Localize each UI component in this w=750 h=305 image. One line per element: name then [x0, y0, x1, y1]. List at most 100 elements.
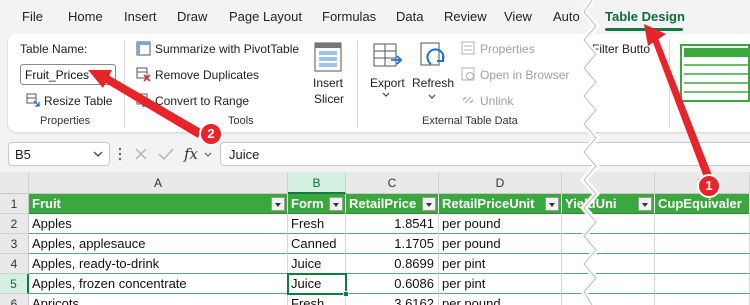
- insert-slicer-label-2[interactable]: Slicer: [314, 92, 344, 106]
- refresh-icon: [420, 42, 445, 66]
- fill-handle[interactable]: [343, 291, 349, 297]
- spreadsheet-grid: A B C D H 1 2 3 4 5 6 Fruit Form RetailP…: [0, 172, 750, 305]
- column-header-b[interactable]: B: [288, 172, 346, 194]
- table-cell[interactable]: per pint: [439, 274, 562, 294]
- ribbon-separator: [669, 40, 670, 128]
- convert-to-range-button[interactable]: Convert to Range: [155, 94, 249, 108]
- column-header-c[interactable]: C: [346, 172, 439, 194]
- row-header-1[interactable]: 1: [0, 194, 29, 214]
- summarize-pivot-button[interactable]: Summarize with PivotTable: [155, 42, 299, 56]
- table-cell[interactable]: [655, 254, 750, 274]
- table-cell[interactable]: per pound: [439, 294, 562, 305]
- filter-dropdown-icon[interactable]: [422, 197, 436, 211]
- table-cell[interactable]: [562, 214, 655, 234]
- table-cell[interactable]: Fresh: [288, 214, 346, 234]
- resize-table-button[interactable]: Resize Table: [44, 94, 112, 108]
- table-cell[interactable]: per pint: [439, 254, 562, 274]
- row-header-2[interactable]: 2: [0, 214, 29, 234]
- tab-review[interactable]: Review: [444, 9, 487, 24]
- column-header-d[interactable]: D: [439, 172, 562, 194]
- table-header-retail-price[interactable]: RetailPrice: [346, 194, 439, 214]
- open-in-browser-button[interactable]: Open in Browser: [480, 68, 569, 82]
- tab-insert[interactable]: Insert: [124, 9, 157, 24]
- tab-formulas[interactable]: Formulas: [322, 9, 376, 24]
- table-cell[interactable]: [562, 274, 655, 294]
- tab-automate[interactable]: Auto: [553, 9, 580, 24]
- table-header-cup-equivalent[interactable]: CupEquivaler: [655, 194, 750, 214]
- unlink-button[interactable]: Unlink: [480, 94, 513, 108]
- refresh-button[interactable]: Refresh: [412, 76, 454, 90]
- ribbon-separator: [124, 40, 125, 128]
- table-cell[interactable]: 0.8699: [346, 254, 439, 274]
- chevron-down-icon[interactable]: [428, 94, 436, 100]
- formula-input[interactable]: Juice: [220, 142, 750, 166]
- properties-button[interactable]: Properties: [480, 42, 535, 56]
- column-header-a[interactable]: A: [29, 172, 288, 194]
- table-header-label: YieldUni: [565, 196, 617, 211]
- table-cell[interactable]: [655, 234, 750, 254]
- filter-button-option[interactable]: Filter Butto: [592, 42, 650, 56]
- table-header-retail-price-unit[interactable]: RetailPriceUnit: [439, 194, 562, 214]
- remove-duplicates-button[interactable]: Remove Duplicates: [155, 68, 259, 82]
- table-header-label: CupEquivaler: [658, 196, 742, 211]
- table-cell[interactable]: Juice: [288, 254, 346, 274]
- filter-dropdown-icon[interactable]: [329, 197, 343, 211]
- resize-table-icon: [26, 93, 40, 107]
- table-header-form[interactable]: Form: [288, 194, 346, 214]
- row-header-4[interactable]: 4: [0, 254, 29, 274]
- table-name-input[interactable]: [20, 64, 116, 85]
- properties-group-label: Properties: [40, 115, 91, 127]
- enter-check-icon[interactable]: [158, 147, 174, 161]
- tools-group-label: Tools: [228, 115, 254, 127]
- table-style-preview-icon[interactable]: [680, 44, 750, 102]
- row-header-6[interactable]: 6: [0, 294, 29, 305]
- annotation-badge-2: 2: [199, 122, 223, 146]
- filter-dropdown-icon[interactable]: [271, 197, 285, 211]
- tab-table-design[interactable]: Table Design: [605, 9, 685, 24]
- tab-draw[interactable]: Draw: [177, 9, 207, 24]
- table-cell[interactable]: [655, 214, 750, 234]
- table-header-yield-unit[interactable]: YieldUni: [562, 194, 655, 214]
- table-cell[interactable]: Apples, ready-to-drink: [29, 254, 288, 274]
- table-cell[interactable]: Canned: [288, 234, 346, 254]
- table-cell[interactable]: Apples, frozen concentrate: [29, 274, 288, 294]
- chevron-down-icon[interactable]: [93, 151, 103, 158]
- table-cell[interactable]: per pound: [439, 234, 562, 254]
- table-cell[interactable]: 0.6086: [346, 274, 439, 294]
- filter-dropdown-icon[interactable]: [638, 197, 652, 211]
- table-cell[interactable]: [562, 234, 655, 254]
- table-header-label: Form: [291, 196, 324, 211]
- cancel-icon[interactable]: [134, 147, 148, 161]
- tab-file[interactable]: File: [22, 9, 43, 24]
- insert-slicer-label-1[interactable]: Insert: [313, 76, 343, 90]
- row-header-5[interactable]: 5: [0, 274, 29, 294]
- table-cell[interactable]: [562, 254, 655, 274]
- tab-view[interactable]: View: [504, 9, 532, 24]
- table-cell[interactable]: Apples: [29, 214, 288, 234]
- more-options-icon[interactable]: [118, 146, 122, 162]
- tab-home[interactable]: Home: [68, 9, 103, 24]
- name-box[interactable]: B5: [8, 142, 110, 166]
- table-cell[interactable]: 1.1705: [346, 234, 439, 254]
- row-header-3[interactable]: 3: [0, 234, 29, 254]
- column-header-g[interactable]: [562, 172, 655, 194]
- table-cell[interactable]: [655, 274, 750, 294]
- table-cell[interactable]: Fresh: [288, 294, 346, 305]
- chevron-down-icon[interactable]: [204, 152, 212, 158]
- insert-function-button[interactable]: fx: [184, 145, 198, 163]
- table-cell[interactable]: [562, 294, 655, 305]
- table-cell[interactable]: 3.6162: [346, 294, 439, 305]
- chevron-down-icon[interactable]: [382, 92, 390, 98]
- table-cell[interactable]: [655, 294, 750, 305]
- table-cell[interactable]: 1.8541: [346, 214, 439, 234]
- tab-page-layout[interactable]: Page Layout: [229, 9, 302, 24]
- export-button[interactable]: Export: [370, 76, 405, 90]
- table-cell[interactable]: per pound: [439, 214, 562, 234]
- tab-data[interactable]: Data: [396, 9, 423, 24]
- filter-dropdown-icon[interactable]: [545, 197, 559, 211]
- table-header-fruit[interactable]: Fruit: [29, 194, 288, 214]
- table-name-label: Table Name:: [20, 42, 88, 56]
- table-cell[interactable]: Apples, applesauce: [29, 234, 288, 254]
- table-cell[interactable]: Apricots: [29, 294, 288, 305]
- select-all-corner[interactable]: [0, 172, 29, 194]
